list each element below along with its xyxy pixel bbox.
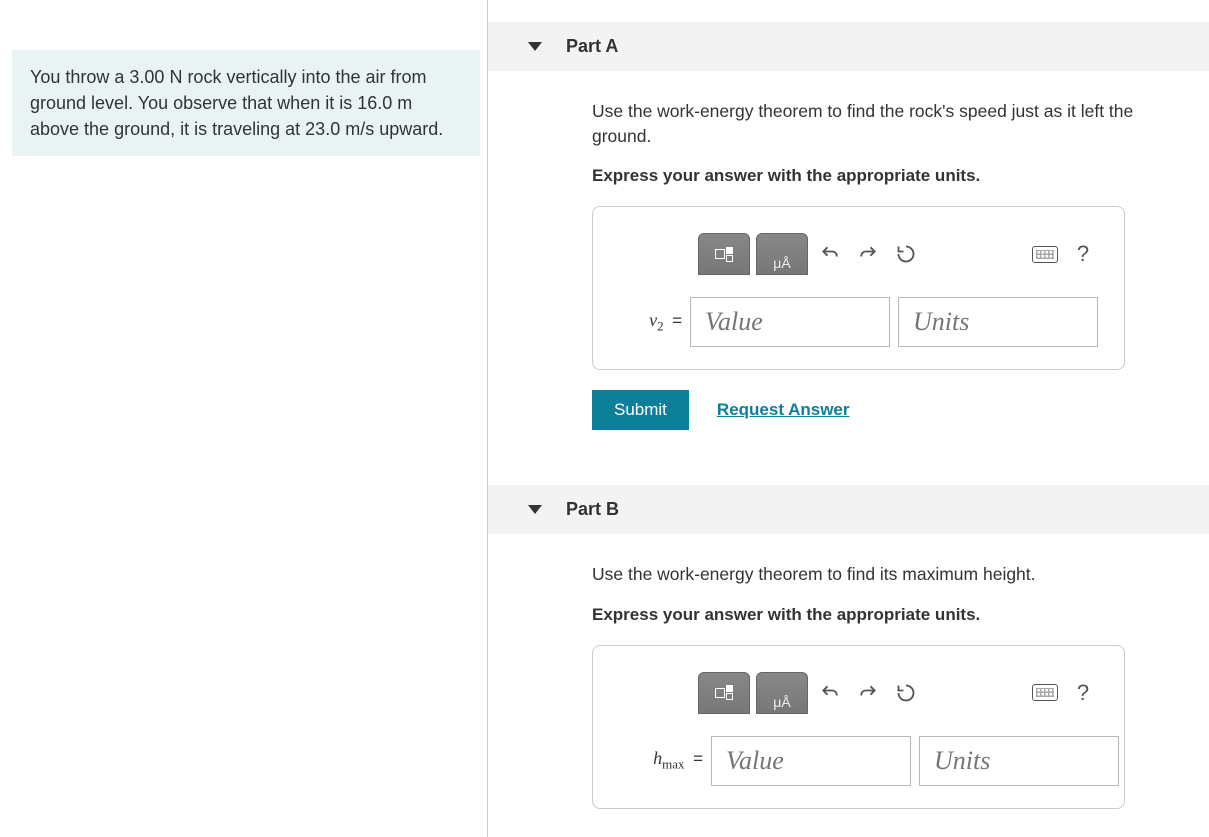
special-chars-button[interactable]: μÅ	[756, 233, 808, 275]
part-b-title: Part B	[566, 499, 619, 520]
part-a-variable-label: v2 =	[618, 310, 682, 335]
problem-statement: You throw a 3.00 N rock vertically into …	[12, 50, 480, 156]
part-a-answer-box: μÅ ?	[592, 206, 1125, 370]
part-b-instruction: Express your answer with the appropriate…	[592, 605, 1197, 625]
part-a-section: Part A Use the work-energy theorem to fi…	[488, 22, 1209, 430]
reset-button[interactable]	[890, 677, 922, 709]
keyboard-button[interactable]	[1029, 238, 1061, 270]
part-a-instruction: Express your answer with the appropriate…	[592, 166, 1197, 186]
keyboard-icon	[1032, 246, 1058, 263]
help-button[interactable]: ?	[1067, 238, 1099, 270]
part-a-submit-button[interactable]: Submit	[592, 390, 689, 430]
part-b-variable-label: hmax =	[618, 748, 703, 773]
template-tool-button[interactable]	[698, 233, 750, 275]
part-b-answer-box: μÅ ?	[592, 645, 1125, 809]
part-a-title: Part A	[566, 36, 618, 57]
help-button[interactable]: ?	[1067, 677, 1099, 709]
part-a-units-input[interactable]	[898, 297, 1098, 347]
special-chars-button[interactable]: μÅ	[756, 672, 808, 714]
part-b-units-input[interactable]	[919, 736, 1119, 786]
keyboard-button[interactable]	[1029, 677, 1061, 709]
chevron-down-icon	[528, 42, 542, 51]
part-b-value-input[interactable]	[711, 736, 911, 786]
template-tool-button[interactable]	[698, 672, 750, 714]
part-b-question: Use the work-energy theorem to find its …	[592, 562, 1197, 587]
reset-button[interactable]	[890, 238, 922, 270]
keyboard-icon	[1032, 684, 1058, 701]
undo-button[interactable]	[814, 677, 846, 709]
part-a-value-input[interactable]	[690, 297, 890, 347]
undo-button[interactable]	[814, 238, 846, 270]
redo-button[interactable]	[852, 238, 884, 270]
part-a-request-answer-link[interactable]: Request Answer	[717, 400, 850, 420]
part-a-header[interactable]: Part A	[488, 22, 1209, 71]
part-b-header[interactable]: Part B	[488, 485, 1209, 534]
part-b-toolbar: μÅ ?	[698, 672, 1099, 714]
redo-button[interactable]	[852, 677, 884, 709]
part-a-question: Use the work-energy theorem to find the …	[592, 99, 1197, 148]
chevron-down-icon	[528, 505, 542, 514]
part-a-toolbar: μÅ ?	[698, 233, 1099, 275]
part-b-section: Part B Use the work-energy theorem to fi…	[488, 485, 1209, 809]
